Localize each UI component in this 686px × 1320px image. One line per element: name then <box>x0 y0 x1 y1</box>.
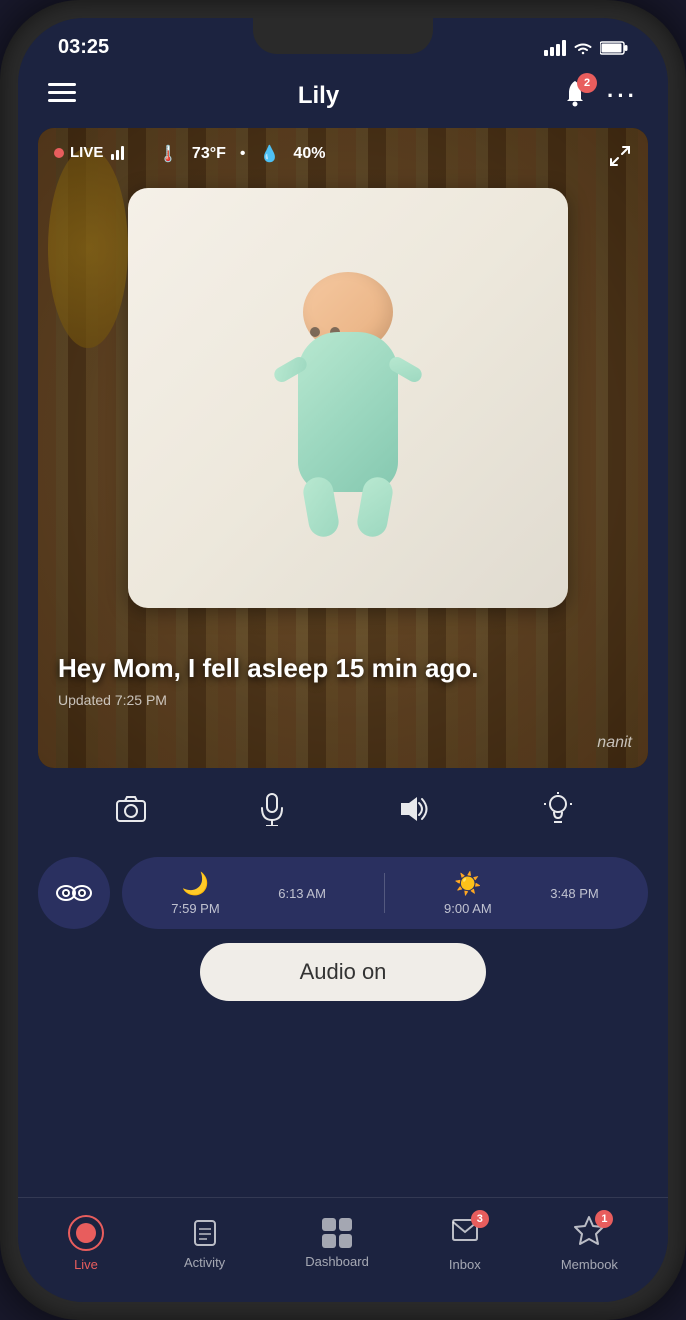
inbox-badge: 3 <box>471 1210 489 1228</box>
audio-on-container: Audio on <box>18 943 668 1001</box>
nav-inbox[interactable]: 3 Inbox <box>449 1214 481 1272</box>
timeline-divider <box>384 873 385 913</box>
membook-nav-label: Membook <box>561 1257 618 1272</box>
notification-bell-button[interactable]: 2 <box>561 79 589 112</box>
live-label: LIVE <box>70 144 103 161</box>
dashboard-icon <box>322 1218 352 1248</box>
header: Lily 2 ··· <box>18 69 668 128</box>
phone-frame: 03:25 <box>0 0 686 1320</box>
day-start-time: 9:00 AM <box>444 901 492 916</box>
audio-on-button[interactable]: Audio on <box>200 943 487 1001</box>
live-nav-inner <box>76 1223 96 1243</box>
bottom-nav: Live Activity Dashboard <box>18 1197 668 1302</box>
expand-button[interactable] <box>608 144 632 174</box>
activity-nav-label: Activity <box>184 1255 225 1270</box>
more-options-button[interactable]: ··· <box>607 83 638 109</box>
humidity-icon: 💧 <box>260 144 280 164</box>
nav-activity[interactable]: Activity <box>184 1217 225 1270</box>
night-period: 🌙 7:59 PM <box>171 871 219 916</box>
sleep-timeline: 🌙 7:59 PM 6:13 AM ☀️ 9:00 AM 3:48 PM <box>122 857 648 929</box>
ai-message: Hey Mom, I fell asleep 15 min ago. <box>58 652 628 686</box>
camera-feed[interactable]: LIVE 🌡️ 73°F • 💧 40% <box>38 128 648 768</box>
light-button[interactable] <box>544 792 572 833</box>
sun-icon: ☀️ <box>454 871 481 897</box>
night-start-time: 7:59 PM <box>171 901 219 916</box>
battery-icon <box>600 40 628 56</box>
day-end-time: 3:48 PM <box>550 886 598 901</box>
sleep-tracker: 🌙 7:59 PM 6:13 AM ☀️ 9:00 AM 3:48 PM <box>38 857 648 929</box>
live-nav-icon <box>68 1215 104 1251</box>
dot-separator: • <box>240 145 246 163</box>
dashboard-nav-label: Dashboard <box>305 1254 369 1269</box>
header-actions: 2 ··· <box>561 79 638 112</box>
camera-message: Hey Mom, I fell asleep 15 min ago. Updat… <box>58 652 628 708</box>
camera-stats: 🌡️ 73°F • 💧 40% <box>158 144 325 164</box>
live-nav-label: Live <box>74 1257 98 1272</box>
nav-live[interactable]: Live <box>68 1215 104 1272</box>
day-period: ☀️ 9:00 AM <box>444 871 492 916</box>
camera-name-title: Lily <box>298 82 339 110</box>
updated-time: Updated 7:25 PM <box>58 692 628 708</box>
signal-bars <box>111 146 124 160</box>
nav-membook[interactable]: 1 Membook <box>561 1214 618 1272</box>
humidity-value: 40% <box>293 145 325 163</box>
moon-icon: 🌙 <box>182 871 209 897</box>
thermometer-icon: 🌡️ <box>158 144 178 164</box>
nav-dashboard[interactable]: Dashboard <box>305 1218 369 1269</box>
notch <box>253 18 433 54</box>
inbox-nav-label: Inbox <box>449 1257 481 1272</box>
nanit-watermark: nanit <box>597 734 632 752</box>
live-dot <box>54 148 64 158</box>
wifi-icon <box>572 40 594 56</box>
baby-figure <box>268 272 428 552</box>
signal-icon <box>544 40 566 56</box>
activity-icon <box>189 1217 221 1249</box>
microphone-button[interactable] <box>260 792 284 833</box>
screenshot-button[interactable] <box>115 795 147 830</box>
phone-screen: 03:25 <box>18 18 668 1302</box>
night-end-time: 6:13 AM <box>278 886 326 901</box>
status-time: 03:25 <box>58 36 109 59</box>
speaker-button[interactable] <box>397 795 431 830</box>
temperature-value: 73°F <box>192 145 226 163</box>
membook-badge: 1 <box>595 1210 613 1228</box>
membook-icon-container: 1 <box>573 1214 605 1251</box>
camera-controls <box>18 768 668 857</box>
status-icons <box>544 40 628 56</box>
notification-badge: 2 <box>577 73 597 93</box>
eyes-button[interactable] <box>38 857 110 929</box>
live-indicator: LIVE <box>54 144 124 161</box>
hamburger-button[interactable] <box>48 82 76 110</box>
inbox-icon-container: 3 <box>449 1214 481 1251</box>
